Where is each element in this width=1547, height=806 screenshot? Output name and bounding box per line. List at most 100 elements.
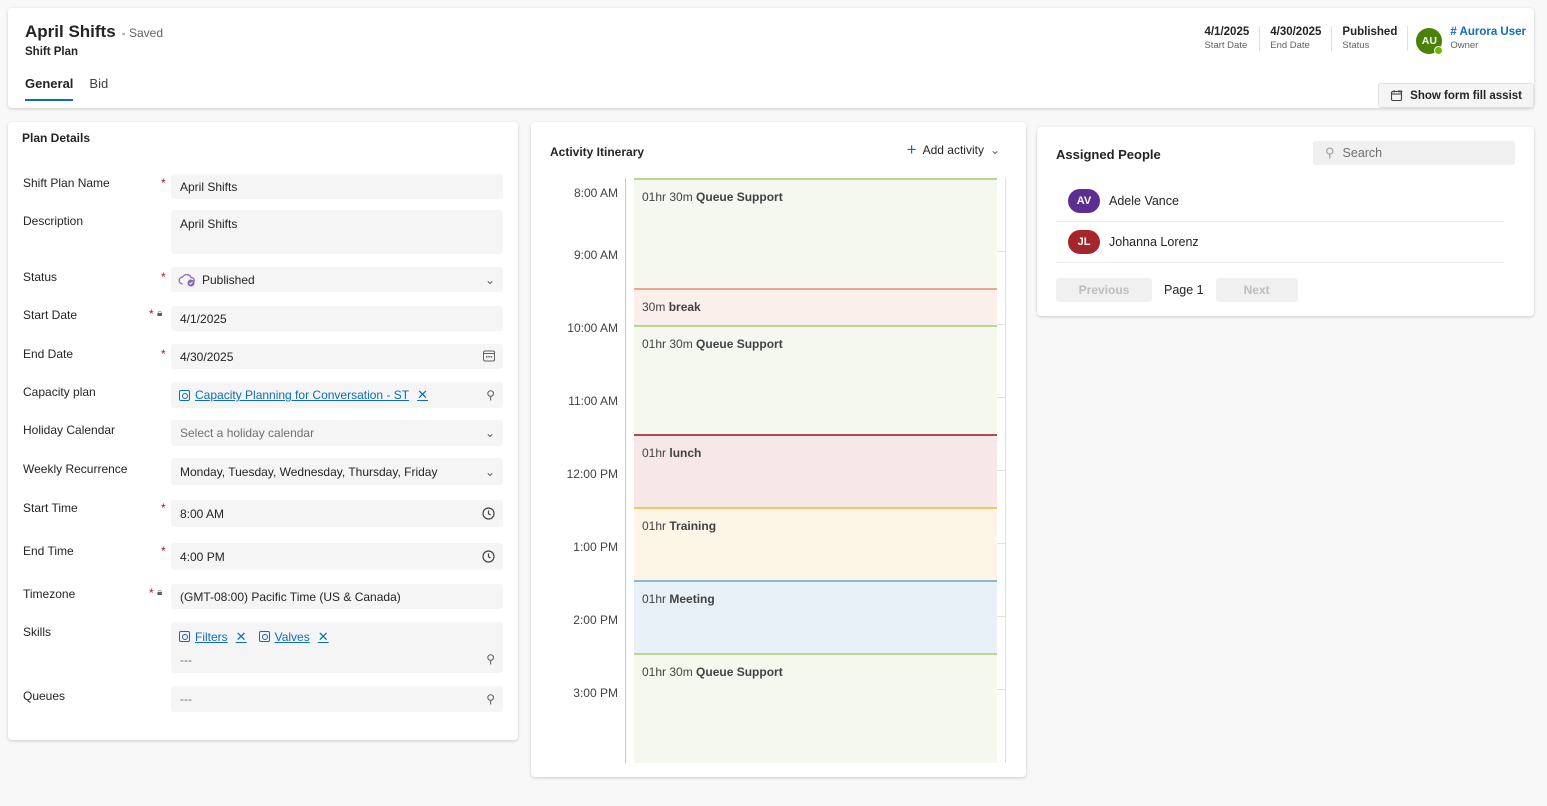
activity-block-lunch[interactable]: 01hr lunch (634, 434, 997, 507)
end-time-input[interactable]: 4:00 PM (171, 543, 503, 570)
tag-label: Capacity Planning for Conversation - ST (195, 388, 410, 402)
time-tick: 12:00 PM (566, 467, 618, 481)
grid-line (997, 616, 1005, 617)
grid-line (997, 397, 1005, 398)
record-title: April Shifts (25, 22, 116, 41)
save-status: - Saved (121, 26, 164, 40)
required-marker: * (149, 307, 154, 321)
people-search-input[interactable]: ⚲ Search (1313, 141, 1515, 165)
shift-plan-name-input[interactable]: April Shifts (171, 174, 503, 199)
search-icon[interactable]: ⚲ (486, 692, 495, 706)
field-label: Capacity plan (23, 385, 96, 399)
presence-dot-icon (1434, 46, 1444, 55)
page-indicator: Page 1 (1164, 283, 1204, 297)
activity-name: Queue Support (696, 190, 783, 204)
time-tick: 3:00 PM (573, 686, 618, 700)
grid-line (997, 543, 1005, 544)
activity-block-queue-support[interactable]: 01hr 30m Queue Support (634, 178, 997, 288)
lookup-record-icon (179, 389, 190, 401)
capacity-plan-lookup[interactable]: Capacity Planning for Conversation - ST … (171, 382, 503, 408)
activity-duration: 30m (642, 300, 666, 314)
activity-block-meeting[interactable]: 01hr Meeting (634, 580, 997, 653)
form-header: April Shifts - Saved Shift Plan General … (8, 8, 1534, 108)
activity-block-break[interactable]: 30m break (634, 288, 997, 325)
list-item[interactable]: AV Adele Vance (1056, 181, 1504, 222)
activity-duration: 01hr (642, 519, 667, 533)
activity-name: Queue Support (696, 337, 783, 351)
weekly-recurrence-select[interactable]: Monday, Tuesday, Wednesday, Thursday, Fr… (171, 458, 503, 485)
previous-page-button[interactable]: Previous (1056, 278, 1152, 302)
required-marker: * (161, 176, 166, 190)
person-name: Johanna Lorenz (1109, 235, 1199, 249)
calendar-icon[interactable] (483, 350, 495, 362)
time-tick: 9:00 AM (573, 248, 618, 262)
clock-icon[interactable] (482, 507, 495, 520)
remove-tag-icon[interactable]: ✕ (236, 629, 247, 645)
description-textarea[interactable]: April Shifts (171, 210, 503, 254)
activity-duration: 01hr 30m (642, 665, 693, 679)
start-date-input[interactable]: 4/1/2025 (171, 306, 503, 331)
input-value: Monday, Tuesday, Wednesday, Thursday, Fr… (180, 464, 438, 479)
timezone-input[interactable]: (GMT-08:00) Pacific Time (US & Canada) (171, 584, 503, 609)
input-value: April Shifts (180, 217, 238, 231)
capacity-plan-tag[interactable]: Capacity Planning for Conversation - ST … (179, 387, 428, 403)
header-end-date: 4/30/2025 End Date (1260, 26, 1333, 51)
chevron-down-icon: ⌄ (484, 272, 495, 287)
activity-duration: 01hr (642, 446, 667, 460)
remove-tag-icon[interactable]: ✕ (318, 629, 329, 645)
timeline-edge (1005, 178, 1006, 763)
activity-block-queue-support[interactable]: 01hr 30m Queue Support (634, 653, 997, 763)
field-label: Description (23, 214, 84, 228)
activity-block-training[interactable]: 01hr Training (634, 507, 997, 580)
input-placeholder: Select a holiday calendar (180, 426, 315, 440)
header-field-label: End Date (1270, 40, 1310, 51)
tag-label: Valves (274, 629, 310, 644)
skill-tag-valves[interactable]: Valves ✕ (258, 629, 329, 645)
header-field-value: Published (1342, 26, 1398, 38)
skills-lookup[interactable]: Filters ✕ Valves ✕ --- ⚲ (171, 622, 503, 673)
field-label: Start Time (23, 501, 78, 515)
queues-lookup[interactable]: --- ⚲ (171, 686, 503, 712)
time-tick: 11:00 AM (568, 394, 618, 408)
field-label: Skills (23, 625, 52, 639)
grid-line (997, 470, 1005, 471)
start-time-input[interactable]: 8:00 AM (171, 500, 503, 527)
search-icon[interactable]: ⚲ (486, 652, 495, 666)
chevron-down-icon: ⌄ (484, 426, 495, 440)
skill-tag-filters[interactable]: Filters ✕ (179, 629, 247, 645)
field-label: Queues (23, 689, 66, 703)
owner-link[interactable]: # Aurora User (1450, 26, 1526, 38)
next-page-button[interactable]: Next (1215, 278, 1298, 302)
tab-bid[interactable]: Bid (89, 76, 108, 101)
activity-block-queue-support[interactable]: 01hr 30m Queue Support (634, 325, 997, 434)
activity-name: Queue Support (696, 665, 783, 679)
status-select[interactable]: Published ⌄ (171, 267, 503, 292)
header-field-value: 4/1/2025 (1204, 26, 1250, 38)
holiday-calendar-select[interactable]: Select a holiday calendar ⌄ (171, 420, 503, 446)
tab-general[interactable]: General (25, 76, 74, 101)
field-label: End Time (23, 544, 74, 558)
chevron-down-icon: ⌄ (484, 464, 495, 479)
form-fill-assist-button[interactable]: Show form fill assist (1378, 83, 1534, 108)
search-icon[interactable]: ⚲ (486, 388, 495, 402)
owner-text: # Aurora User Owner (1450, 26, 1526, 51)
assigned-people-title: Assigned People (1056, 147, 1161, 162)
list-item[interactable]: JL Johanna Lorenz (1056, 222, 1504, 263)
field-label: Status (23, 270, 58, 284)
avatar: JL (1068, 230, 1100, 254)
activity-name: lunch (669, 446, 702, 460)
input-value: (GMT-08:00) Pacific Time (US & Canada) (180, 589, 401, 604)
owner-label: Owner (1450, 40, 1479, 51)
form-tabs: General Bid (25, 76, 108, 101)
activity-itinerary-card: Activity Itinerary + Add activity ⌄ 8:00… (531, 122, 1026, 777)
itinerary-title: Activity Itinerary (550, 145, 645, 159)
time-tick: 8:00 AM (573, 186, 618, 200)
add-activity-button[interactable]: + Add activity ⌄ (907, 141, 1000, 158)
clock-icon[interactable] (482, 550, 495, 563)
input-value: 4/30/2025 (180, 349, 234, 364)
search-placeholder: Search (1342, 146, 1383, 160)
activity-duration: 01hr 30m (642, 337, 693, 351)
end-date-input[interactable]: 4/30/2025 (171, 344, 503, 369)
remove-tag-icon[interactable]: ✕ (417, 387, 428, 403)
header-fields: 4/1/2025 Start Date 4/30/2025 End Date P… (1194, 26, 1526, 55)
